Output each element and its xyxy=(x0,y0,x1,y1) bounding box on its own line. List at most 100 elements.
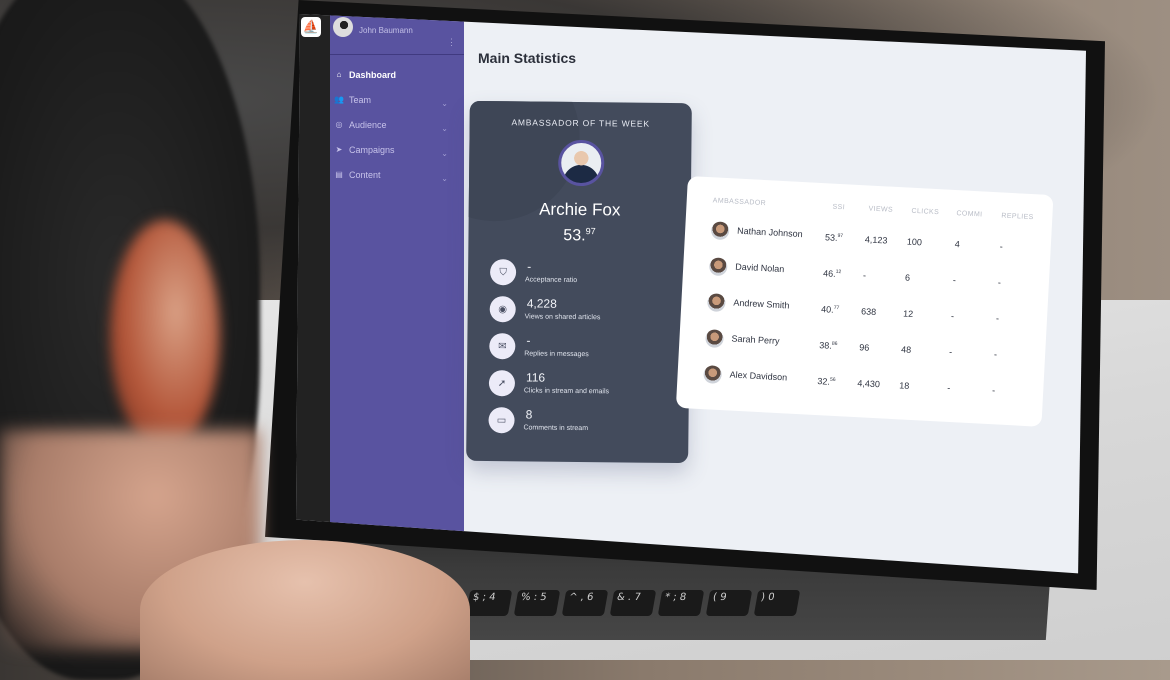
stat-value: - xyxy=(527,259,532,274)
laptop-screen: ⛵ John Baumann ⋮ ⌂ Dashboard 👥 Team ⌄ ◎ … xyxy=(296,14,1086,574)
sidebar: John Baumann ⋮ ⌂ Dashboard 👥 Team ⌄ ◎ Au… xyxy=(330,14,464,574)
send-icon: ➤ xyxy=(335,145,343,154)
replies-cell: - xyxy=(995,313,1000,324)
sidebar-item-campaigns[interactable]: ➤ Campaigns ⌄ xyxy=(330,137,464,162)
avatar xyxy=(333,17,353,37)
column-header-ambassador[interactable]: AMBASSADOR xyxy=(713,197,767,207)
ambassador-name: Andrew Smith xyxy=(733,297,790,311)
keyboard-key: ( 9 xyxy=(705,590,753,616)
clicks-cell: 12 xyxy=(902,308,914,319)
replies-cell: - xyxy=(997,277,1002,288)
stat-label: Acceptance ratio xyxy=(524,276,578,284)
sidebar-item-label: Dashboard xyxy=(349,69,397,80)
avatar xyxy=(706,293,726,313)
app-rail: ⛵ xyxy=(296,14,330,574)
views-cell: 96 xyxy=(859,342,870,353)
stat-acceptance-ratio: ⛉ - Acceptance ratio xyxy=(489,259,680,291)
comments-cell: - xyxy=(947,382,951,394)
keyboard-key: & . 7 xyxy=(609,590,657,616)
home-icon: ⌂ xyxy=(336,70,342,79)
keyboard-key: $ ; 4 xyxy=(465,590,513,616)
stat-value: 116 xyxy=(525,370,546,385)
comments-cell: 4 xyxy=(954,239,961,250)
eye-icon: ◉ xyxy=(489,296,516,323)
stat-comments: ▭ 8 Comments in stream xyxy=(488,407,678,439)
app-logo-icon[interactable]: ⛵ xyxy=(301,17,321,37)
sidebar-item-content[interactable]: ▤ Content ⌄ xyxy=(330,162,464,187)
stat-value: - xyxy=(526,333,531,348)
column-header-comments[interactable]: COMMI xyxy=(956,210,982,218)
chevron-down-icon[interactable]: ⌄ xyxy=(441,149,448,158)
column-header-ssi[interactable]: SSI xyxy=(832,204,845,212)
column-header-views[interactable]: VIEWS xyxy=(868,205,893,213)
user-name: John Baumann xyxy=(359,26,413,35)
ssi-cell: 40.77 xyxy=(820,304,840,315)
views-cell: 638 xyxy=(860,306,877,318)
sidebar-item-label: Team xyxy=(349,94,372,105)
replies-cell: - xyxy=(999,241,1003,252)
sidebar-item-label: Content xyxy=(349,169,381,180)
page-title: Main Statistics xyxy=(478,50,577,66)
clicks-cell: 6 xyxy=(904,272,911,283)
ambassador-name: Nathan Johnson xyxy=(736,225,803,240)
avatar xyxy=(703,365,723,385)
avatar xyxy=(708,257,728,277)
stat-value: 8 xyxy=(525,407,533,422)
keyboard-key: % : 5 xyxy=(513,590,561,616)
sidebar-item-audience[interactable]: ◎ Audience ⌄ xyxy=(330,112,464,137)
ambassador-score: 53.97 xyxy=(468,225,690,247)
sidebar-item-label: Audience xyxy=(349,119,387,130)
score-decimal: 97 xyxy=(585,226,596,237)
stat-replies: ✉ - Replies in messages xyxy=(489,333,679,365)
sidebar-item-team[interactable]: 👥 Team ⌄ xyxy=(330,87,464,112)
views-cell: 4,430 xyxy=(857,378,881,390)
chevron-down-icon[interactable]: ⌄ xyxy=(441,174,448,183)
keyboard-key: ^ , 6 xyxy=(561,590,609,616)
replies-cell: - xyxy=(993,349,998,360)
stat-label: Replies in messages xyxy=(524,350,589,359)
views-cell: - xyxy=(862,270,867,281)
ssi-cell: 32.56 xyxy=(817,376,836,387)
mail-icon: ✉ xyxy=(489,333,516,360)
comments-cell: - xyxy=(952,275,957,286)
avatar xyxy=(710,221,730,241)
handshake-icon: ⛉ xyxy=(489,259,517,286)
sidebar-item-dashboard[interactable]: ⌂ Dashboard xyxy=(330,62,464,87)
sidebar-item-label: Campaigns xyxy=(349,144,395,155)
stat-value: 4,228 xyxy=(526,296,557,311)
ambassador-name: Alex Davidson xyxy=(729,369,788,383)
chevron-down-icon[interactable]: ⌄ xyxy=(441,99,448,108)
replies-cell: - xyxy=(991,385,996,396)
ssi-cell: 53.97 xyxy=(824,232,844,243)
cursor-icon: ➚ xyxy=(488,370,516,397)
stat-views: ◉ 4,228 Views on shared articles xyxy=(489,296,680,328)
person-hand xyxy=(140,540,470,680)
team-icon: 👥 xyxy=(334,95,344,104)
ambassador-of-week-card: AMBASSADOR OF THE WEEK Archie Fox 53.97 … xyxy=(466,100,692,464)
person-ear xyxy=(110,220,220,450)
column-header-replies[interactable]: REPLIES xyxy=(1001,212,1034,221)
ambassador-avatar xyxy=(558,139,605,187)
views-cell: 4,123 xyxy=(864,234,888,246)
ambassador-name: Archie Fox xyxy=(539,199,621,220)
stat-label: Clicks in stream and emails xyxy=(523,387,610,396)
keyboard-key: * ; 8 xyxy=(657,590,705,616)
keyboard-key: ) 0 xyxy=(753,590,801,616)
chevron-down-icon[interactable]: ⌄ xyxy=(441,124,448,133)
stat-label: Views on shared articles xyxy=(524,313,601,322)
column-header-clicks[interactable]: CLICKS xyxy=(911,208,939,216)
comments-cell: - xyxy=(948,346,953,358)
comments-cell: - xyxy=(950,310,955,322)
ambassador-name: Sarah Perry xyxy=(731,333,780,347)
sidebar-nav: ⌂ Dashboard 👥 Team ⌄ ◎ Audience ⌄ ➤ Camp… xyxy=(330,62,464,187)
stat-clicks: ➚ 116 Clicks in stream and emails xyxy=(488,370,679,402)
target-icon: ◎ xyxy=(335,120,343,129)
keyboard: # № 3 $ ; 4 % : 5 ^ , 6 & . 7 * ; 8 ( 9 … xyxy=(417,590,1040,630)
clicks-cell: 18 xyxy=(899,380,910,391)
comment-icon: ▭ xyxy=(488,407,515,434)
more-options-icon[interactable]: ⋮ xyxy=(447,38,456,47)
ambassadors-table: AMBASSADOR SSI VIEWS CLICKS COMMI REPLIE… xyxy=(675,176,1054,427)
ambassador-name: David Nolan xyxy=(735,261,785,275)
ssi-cell: 46.12 xyxy=(822,268,842,279)
clicks-cell: 48 xyxy=(900,344,912,355)
